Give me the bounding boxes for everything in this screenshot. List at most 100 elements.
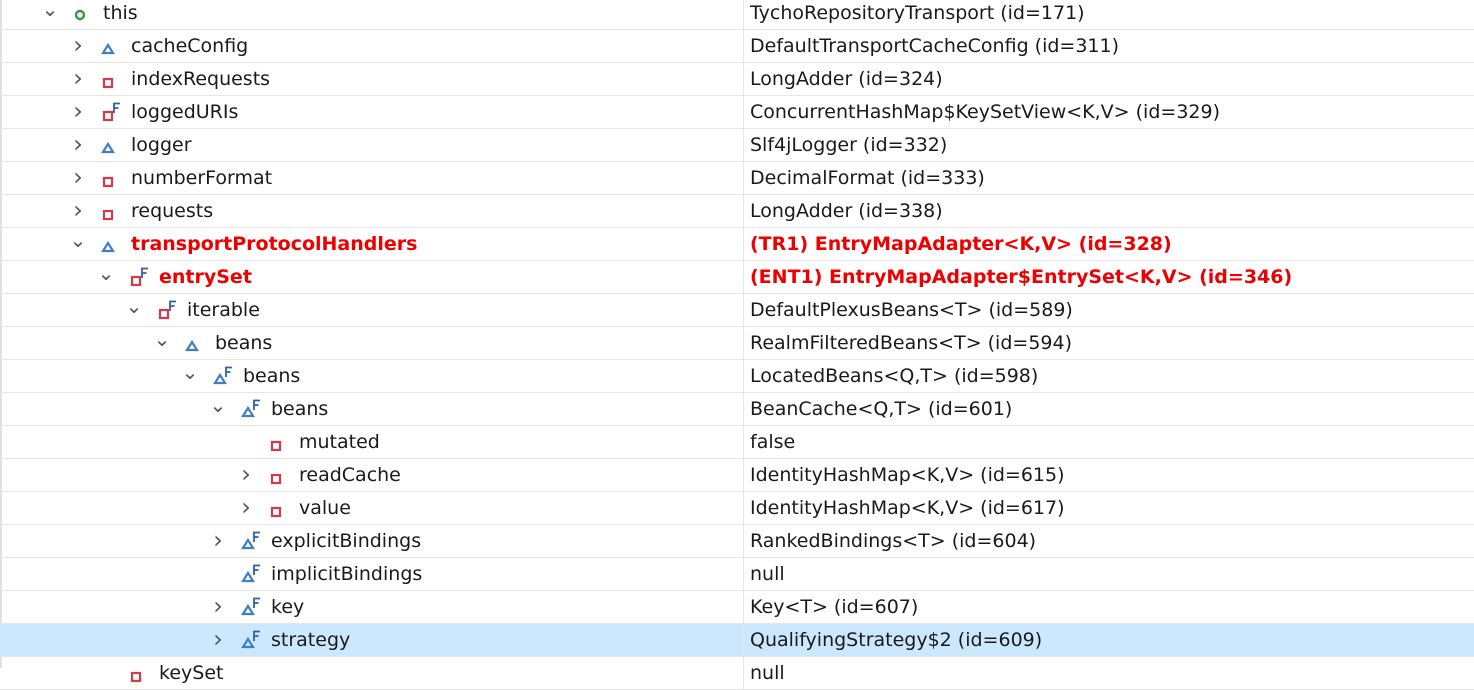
variable-name-cell[interactable]: › indexRequests: [0, 63, 744, 95]
variable-row[interactable]: › cacheConfig DefaultTransportCacheConfig …: [0, 30, 1474, 63]
variables-tree[interactable]: ⌄ this TychoRepositoryTransport (id=171) › c…: [0, 0, 1474, 690]
variable-row[interactable]: ⌄ beans BeanCache<Q,T> (id=601): [0, 393, 1474, 426]
expanded-chevron-icon[interactable]: ⌄: [208, 393, 228, 425]
variable-name-cell[interactable]: › loggedURIs: [0, 96, 744, 128]
variable-row[interactable]: › readCache IdentityHashMap<K,V> (id=615): [0, 459, 1474, 492]
private-final-field-icon: [157, 300, 179, 322]
variable-value: (TR1) EntryMapAdapter<K,V> (id=328): [750, 233, 1172, 255]
variable-value: ConcurrentHashMap$KeySetView<K,V> (id=32…: [750, 101, 1220, 123]
variable-row[interactable]: ⌄ beans LocatedBeans<Q,T> (id=598): [0, 360, 1474, 393]
collapsed-chevron-icon[interactable]: ›: [68, 162, 88, 194]
collapsed-chevron-icon[interactable]: ›: [68, 63, 88, 95]
collapsed-chevron-icon[interactable]: ›: [208, 525, 228, 557]
variable-row[interactable]: › value IdentityHashMap<K,V> (id=617): [0, 492, 1474, 525]
variable-value: LongAdder (id=338): [750, 200, 943, 222]
private-final-field-icon: [129, 267, 151, 289]
variable-value: RankedBindings<T> (id=604): [750, 530, 1037, 552]
variable-value: false: [750, 431, 796, 453]
variable-name: value: [299, 497, 351, 519]
variable-name: key: [271, 596, 305, 618]
variable-row[interactable]: ⌄ transportProtocolHandlers (TR1) EntryMap…: [0, 228, 1474, 261]
protected-final-field-icon: [241, 531, 263, 553]
variable-value: null: [750, 662, 785, 684]
variable-row[interactable]: › numberFormat DecimalFormat (id=333): [0, 162, 1474, 195]
variable-name-cell[interactable]: › readCache: [0, 459, 744, 491]
variable-row[interactable]: ⌄ beans RealmFilteredBeans<T> (id=594): [0, 327, 1474, 360]
private-field-icon: [101, 168, 123, 190]
variable-name-cell[interactable]: implicitBindings: [0, 558, 744, 590]
variable-row[interactable]: › requests LongAdder (id=338): [0, 195, 1474, 228]
private-field-icon: [129, 663, 151, 685]
variable-value: BeanCache<Q,T> (id=601): [750, 398, 1013, 420]
variable-value: TychoRepositoryTransport (id=171): [750, 2, 1085, 24]
variable-name: numberFormat: [131, 167, 273, 189]
variable-name-cell[interactable]: ⌄ this: [0, 0, 744, 29]
expanded-chevron-icon[interactable]: ⌄: [68, 228, 88, 260]
variable-name-cell[interactable]: ⌄ entrySet: [0, 261, 744, 293]
variable-name-cell[interactable]: ⌄ beans: [0, 393, 744, 425]
variable-name: this: [103, 2, 138, 24]
variable-value: null: [750, 563, 785, 585]
variable-row[interactable]: keySet null: [0, 657, 1474, 690]
collapsed-chevron-icon[interactable]: ›: [236, 492, 256, 524]
collapsed-chevron-icon[interactable]: ›: [68, 30, 88, 62]
collapsed-chevron-icon[interactable]: ›: [208, 591, 228, 623]
variable-name: transportProtocolHandlers: [131, 233, 418, 255]
variable-value: DefaultPlexusBeans<T> (id=589): [750, 299, 1073, 321]
expanded-chevron-icon[interactable]: ⌄: [180, 360, 200, 392]
variable-row[interactable]: implicitBindings null: [0, 558, 1474, 591]
variable-name-cell[interactable]: › explicitBindings: [0, 525, 744, 557]
variable-row[interactable]: ⌄ entrySet (ENT1) EntryMapAdapter$EntrySet…: [0, 261, 1474, 294]
collapsed-chevron-icon[interactable]: ›: [236, 459, 256, 491]
variable-name-cell[interactable]: › logger: [0, 129, 744, 161]
variable-name: strategy: [271, 629, 351, 651]
variable-row[interactable]: › explicitBindings RankedBindings<T> (id=6…: [0, 525, 1474, 558]
private-field-icon: [269, 498, 291, 520]
protected-final-field-icon: [241, 597, 263, 619]
variable-name-cell[interactable]: keySet: [0, 657, 744, 689]
variable-name: loggedURIs: [131, 101, 239, 123]
expanded-chevron-icon[interactable]: ⌄: [40, 0, 60, 29]
variable-row[interactable]: › logger Slf4jLogger (id=332): [0, 129, 1474, 162]
expanded-chevron-icon[interactable]: ⌄: [124, 294, 144, 326]
variable-name-cell[interactable]: › numberFormat: [0, 162, 744, 194]
variable-row[interactable]: ⌄ iterable DefaultPlexusBeans<T> (id=589): [0, 294, 1474, 327]
variable-value: IdentityHashMap<K,V> (id=617): [750, 497, 1065, 519]
expanded-chevron-icon[interactable]: ⌄: [96, 261, 116, 293]
protected-field-icon: [101, 135, 123, 157]
variable-name: implicitBindings: [271, 563, 423, 585]
variable-row[interactable]: › loggedURIs ConcurrentHashMap$KeySetView<…: [0, 96, 1474, 129]
variable-name: entrySet: [159, 266, 252, 288]
variable-name: readCache: [299, 464, 401, 486]
variable-row[interactable]: › indexRequests LongAdder (id=324): [0, 63, 1474, 96]
variable-value: QualifyingStrategy$2 (id=609): [750, 629, 1043, 651]
variable-name-cell[interactable]: › requests: [0, 195, 744, 227]
collapsed-chevron-icon[interactable]: ›: [208, 624, 228, 656]
variable-name: mutated: [299, 431, 380, 453]
variable-name-cell[interactable]: mutated: [0, 426, 744, 458]
variable-row[interactable]: › key Key<T> (id=607): [0, 591, 1474, 624]
private-final-field-icon: [101, 102, 123, 124]
variable-name-cell[interactable]: ⌄ beans: [0, 327, 744, 359]
variable-name-cell[interactable]: ⌄ iterable: [0, 294, 744, 326]
variable-name-cell[interactable]: › value: [0, 492, 744, 524]
variable-value: Slf4jLogger (id=332): [750, 134, 948, 156]
variable-name-cell[interactable]: › key: [0, 591, 744, 623]
variable-name-cell[interactable]: ⌄ beans: [0, 360, 744, 392]
private-field-icon: [101, 69, 123, 91]
expanded-chevron-icon[interactable]: ⌄: [152, 327, 172, 359]
variable-row[interactable]: › strategy QualifyingStrategy$2 (id=609): [0, 624, 1474, 657]
variable-name-cell[interactable]: ⌄ transportProtocolHandlers: [0, 228, 744, 260]
variable-value: RealmFilteredBeans<T> (id=594): [750, 332, 1072, 354]
variable-row[interactable]: ⌄ this TychoRepositoryTransport (id=171): [0, 0, 1474, 30]
collapsed-chevron-icon[interactable]: ›: [68, 96, 88, 128]
collapsed-chevron-icon[interactable]: ›: [68, 195, 88, 227]
variable-row[interactable]: mutated false: [0, 426, 1474, 459]
variable-name: cacheConfig: [131, 35, 249, 57]
variable-name: explicitBindings: [271, 530, 422, 552]
variable-name-cell[interactable]: › cacheConfig: [0, 30, 744, 62]
variable-name-cell[interactable]: › strategy: [0, 624, 744, 656]
variable-value: IdentityHashMap<K,V> (id=615): [750, 464, 1065, 486]
collapsed-chevron-icon[interactable]: ›: [68, 129, 88, 161]
variable-value: (ENT1) EntryMapAdapter$EntrySet<K,V> (id…: [750, 266, 1293, 288]
